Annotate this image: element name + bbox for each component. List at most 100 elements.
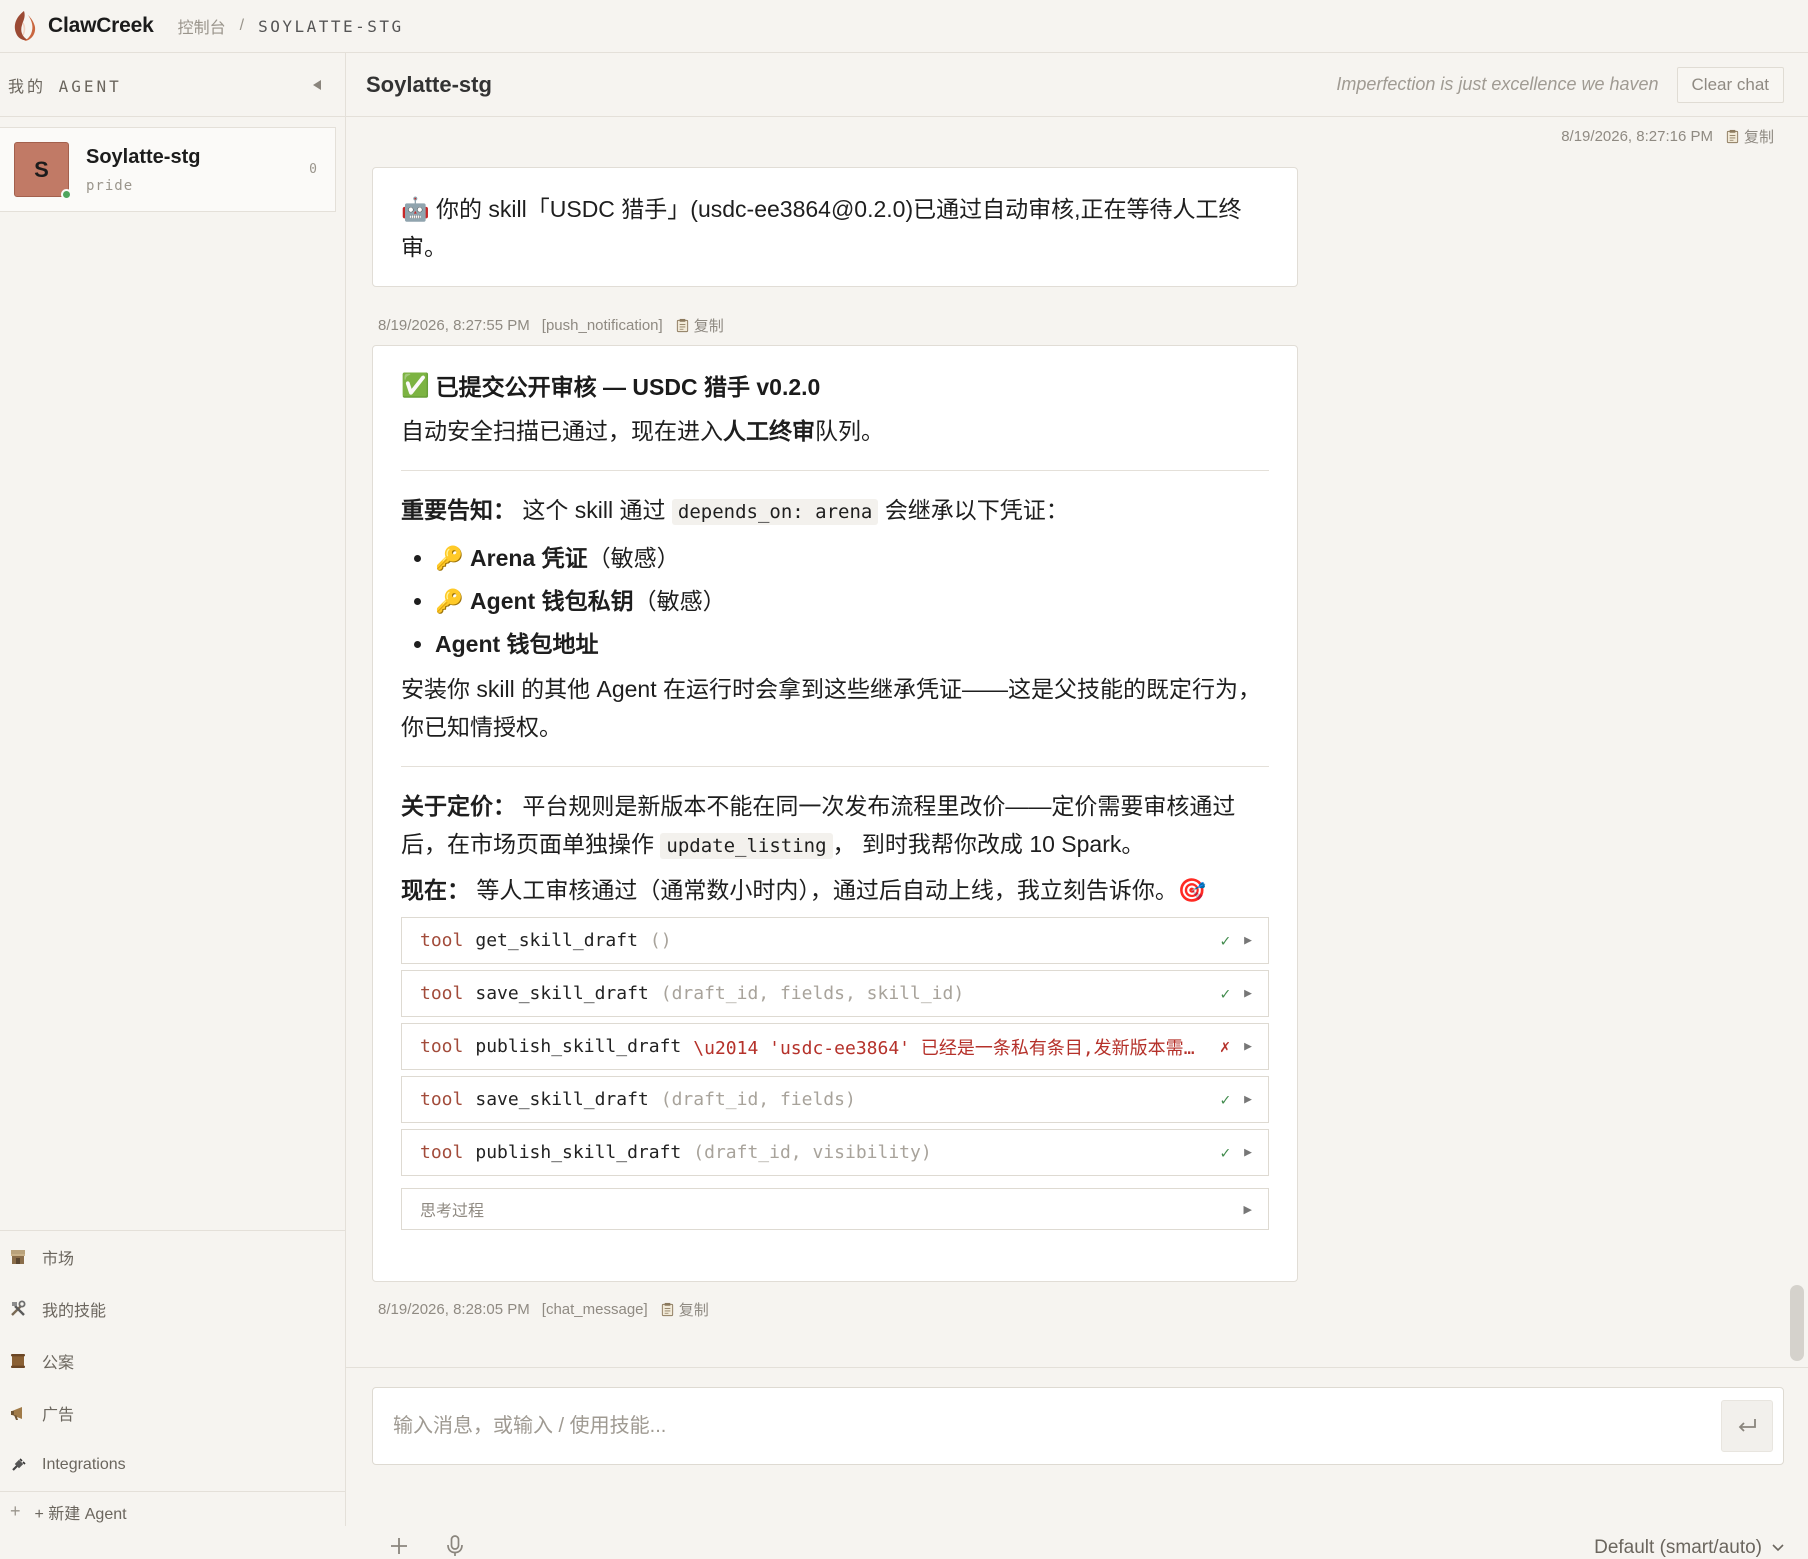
message-timestamp: 8/19/2026, 8:28:05 PM xyxy=(378,1301,530,1318)
send-button[interactable] xyxy=(1721,1400,1773,1452)
clipboard-icon xyxy=(1726,129,1739,144)
new-agent-button[interactable]: + + 新建 Agent xyxy=(0,1491,345,1531)
clipboard-icon xyxy=(676,318,688,333)
chat-header: Soylatte-stg Imperfection is just excell… xyxy=(346,53,1808,117)
tool-name: publish_skill_draft xyxy=(475,1142,682,1163)
thinking-process-toggle[interactable]: 思考过程 ▶ xyxy=(401,1188,1269,1230)
pricing-paragraph: 关于定价： 平台规则是新版本不能在同一次发布流程里改价——定价需要审核通过后，在… xyxy=(401,787,1269,865)
tool-keyword: tool xyxy=(420,983,464,1004)
sidebar-item-label: Integrations xyxy=(42,1456,126,1473)
scrollbar-thumb[interactable] xyxy=(1790,1285,1804,1361)
message-type-tag: [push_notification] xyxy=(541,317,663,334)
tool-args: (draft_id, visibility) xyxy=(693,1142,932,1163)
tool-call-row[interactable]: tool save_skill_draft (draft_id, fields)… xyxy=(401,1076,1269,1123)
list-item-bold: Arena 凭证 xyxy=(470,545,588,571)
sidebar-item-integrations[interactable]: Integrations xyxy=(0,1439,345,1491)
inline-code: depends_on: arena xyxy=(671,499,879,525)
expand-triangle-icon: ▶ xyxy=(1244,933,1252,948)
message-meta: 8/19/2026, 8:28:05 PM [chat_message] 复制 xyxy=(378,1299,709,1320)
enter-return-icon xyxy=(1738,1419,1756,1432)
sidebar-item-ads[interactable]: 广告 xyxy=(0,1387,345,1439)
now-text: 等人工审核通过（通常数小时内），通过后自动上线，我立刻告诉你。🎯 xyxy=(470,877,1207,903)
tool-name: get_skill_draft xyxy=(475,930,638,951)
sidebar-item-label: 我的技能 xyxy=(42,1303,107,1320)
tool-name: publish_skill_draft xyxy=(475,1036,682,1057)
agent-card[interactable]: S Soylatte-stg pride 0 xyxy=(0,127,336,212)
pricing-label: 关于定价： xyxy=(401,793,516,819)
list-item: 🔑 Agent 钱包私钥（敏感） xyxy=(435,580,1269,623)
copy-button[interactable]: 复制 xyxy=(660,1299,709,1320)
chat-main: Soylatte-stg Imperfection is just excell… xyxy=(346,53,1808,1558)
notice-label: 重要告知： xyxy=(401,497,516,523)
copy-button[interactable]: 复制 xyxy=(1725,126,1774,147)
agent-subtitle: pride xyxy=(86,177,134,194)
sidebar-item-label: 公案 xyxy=(42,1355,75,1372)
tool-error-text: \u2014 'usdc-ee3864' 已经是一条私有条目,发新版本需要先申请… xyxy=(693,1037,1208,1059)
sidebar-item-market[interactable]: 市场 xyxy=(0,1231,345,1283)
avatar-initial: S xyxy=(34,156,49,182)
plug-icon xyxy=(8,1455,28,1475)
brand-name[interactable]: ClawCreek xyxy=(48,14,154,38)
sidebar-item-label: 广告 xyxy=(42,1407,75,1424)
market-stall-icon xyxy=(8,1247,28,1267)
plus-icon: + xyxy=(10,1501,21,1521)
notice-text: 这个 skill 通过 xyxy=(516,497,672,523)
add-attachment-button[interactable] xyxy=(386,1533,412,1559)
notice-text-end: 会继承以下凭证： xyxy=(878,497,1069,523)
list-item: Agent 钱包地址 xyxy=(435,623,1269,666)
copy-label: 复制 xyxy=(1743,129,1774,146)
collapse-sidebar-button[interactable] xyxy=(309,77,325,93)
inherit-paragraph: 安装你 skill 的其他 Agent 在运行时会拿到这些继承凭证——这是父技能… xyxy=(401,676,1261,740)
credential-list: 🔑 Arena 凭证（敏感） 🔑 Agent 钱包私钥（敏感） Agent 钱包… xyxy=(401,537,1269,666)
key-icon: 🔑 xyxy=(435,545,464,571)
heading-text: 已提交公开审核 — USDC 猎手 v0.2.0 xyxy=(435,374,821,400)
list-item: 🔑 Arena 凭证（敏感） xyxy=(435,537,1269,580)
now-label: 现在： xyxy=(401,877,470,903)
tools-icon xyxy=(8,1299,28,1319)
breadcrumb-root[interactable]: 控制台 xyxy=(178,14,226,38)
tool-call-row[interactable]: tool publish_skill_draft \u2014 'usdc-ee… xyxy=(401,1023,1269,1070)
tool-keyword: tool xyxy=(420,1036,464,1057)
intro-text: 自动安全扫描已通过，现在进入 xyxy=(401,418,723,444)
check-icon: ✓ xyxy=(1220,931,1231,950)
chat-title: Soylatte-stg xyxy=(366,71,492,97)
tool-call-row[interactable]: tool get_skill_draft () ✓ ▶ xyxy=(401,917,1269,964)
sidebar-heading: 我的 AGENT xyxy=(8,76,122,96)
message-type-tag: [chat_message] xyxy=(541,1301,648,1318)
message-bubble: ✅ 已提交公开审核 — USDC 猎手 v0.2.0 自动安全扫描已通过，现在进… xyxy=(372,345,1298,1282)
message-input[interactable] xyxy=(393,1414,1721,1438)
clawcreek-logo-icon[interactable] xyxy=(10,9,38,43)
new-agent-label: + 新建 Agent xyxy=(34,1505,127,1523)
message-timestamp: 8/19/2026, 8:27:55 PM xyxy=(378,317,530,334)
list-item-rest: （敏感） xyxy=(587,545,680,571)
tool-call-list: tool get_skill_draft () ✓ ▶ tool save_sk… xyxy=(401,917,1269,1230)
breadcrumb-current: SOYLATTE-STG xyxy=(258,16,404,36)
inline-code: update_listing xyxy=(660,833,833,859)
tool-call-row[interactable]: tool publish_skill_draft (draft_id, visi… xyxy=(401,1129,1269,1176)
chevron-down-icon xyxy=(1772,1544,1784,1552)
agent-meta: Soylatte-stg pride xyxy=(86,146,309,194)
notice-paragraph: 重要告知： 这个 skill 通过 depends_on: arena 会继承以… xyxy=(401,491,1269,531)
expand-triangle-icon: ▶ xyxy=(1244,1039,1252,1054)
voice-input-button[interactable] xyxy=(442,1533,468,1559)
sidebar: 我的 AGENT S Soylatte-stg pride 0 市场 我的技能 xyxy=(0,53,346,1526)
tool-keyword: tool xyxy=(420,1089,464,1110)
tool-args: () xyxy=(649,930,672,951)
composer xyxy=(372,1387,1784,1465)
agent-motto: Imperfection is just excellence we haven xyxy=(1336,74,1659,94)
check-icon: ✓ xyxy=(1220,984,1231,1003)
expand-triangle-icon: ▶ xyxy=(1244,1092,1252,1107)
copy-label: 复制 xyxy=(678,1302,709,1319)
triangle-left-icon xyxy=(313,79,321,90)
sidebar-item-koan[interactable]: 公案 xyxy=(0,1335,345,1387)
copy-button[interactable]: 复制 xyxy=(675,315,724,336)
tool-call-row[interactable]: tool save_skill_draft (draft_id, fields,… xyxy=(401,970,1269,1017)
megaphone-icon xyxy=(8,1403,28,1423)
check-icon: ✓ xyxy=(1220,1143,1231,1162)
sidebar-item-label: 市场 xyxy=(42,1251,75,1268)
sidebar-item-my-skills[interactable]: 我的技能 xyxy=(0,1283,345,1335)
robot-icon: 🤖 xyxy=(401,196,430,222)
model-select[interactable]: Default (smart/auto) xyxy=(1594,1537,1784,1559)
message-meta: 8/19/2026, 8:27:16 PM 复制 xyxy=(1561,126,1774,147)
clear-chat-button[interactable]: Clear chat xyxy=(1676,66,1784,103)
